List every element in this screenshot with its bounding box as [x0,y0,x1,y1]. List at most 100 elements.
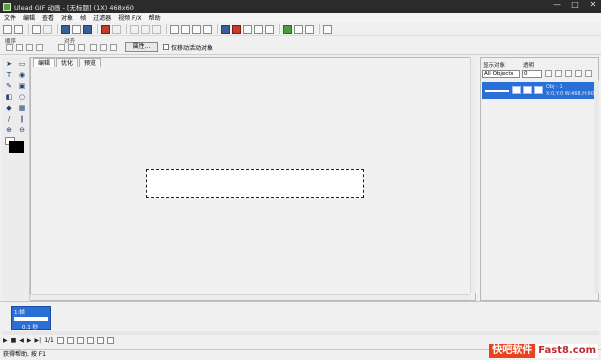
line-tool-icon[interactable]: ∥ [17,115,27,124]
next-frame-icon[interactable]: ▶ [27,337,32,344]
copy-frame-icon[interactable] [66,337,74,344]
wizard-dropdown-icon[interactable] [112,24,121,34]
text-tool-icon[interactable]: T [4,71,14,80]
foreground-color-swatch[interactable] [9,141,24,153]
transform-tool-icon[interactable]: ◉ [17,71,27,80]
menu-view[interactable]: 查看 [42,13,54,22]
zoom-in-icon[interactable]: ⊕ [4,126,14,135]
list-icon[interactable] [305,24,314,34]
properties-button[interactable]: 属性... [125,42,158,52]
paste-icon[interactable] [192,24,201,34]
align-left-icon[interactable] [58,44,65,51]
stop-icon[interactable]: ■ [11,337,17,344]
lasso-tool-icon[interactable]: ○ [17,93,27,102]
grid-icon[interactable] [294,24,303,34]
browser-preview-icon[interactable] [283,24,292,34]
align-middle-icon[interactable] [100,44,107,51]
menu-filter[interactable]: 过滤器 [93,13,111,22]
align-right-icon[interactable] [78,44,85,51]
previous-frame-icon[interactable]: ◀ [19,337,24,344]
merge-object-icon[interactable] [565,70,572,77]
eraser-tool-icon[interactable]: ◧ [4,93,14,102]
add-image-icon[interactable] [61,24,70,34]
eyedropper-tool-icon[interactable]: / [4,115,14,124]
close-button[interactable]: ✕ [584,0,601,11]
vertical-scrollbar[interactable] [470,57,476,293]
menu-help[interactable]: 帮助 [149,13,161,22]
align-center-icon[interactable] [68,44,75,51]
crop-icon[interactable] [265,24,274,34]
document-tabs: 编辑 优化 预览 [33,58,102,67]
title-bar: Ulead GIF 动画 - [无标题] (1X) 468x60 — □ ✕ [0,0,601,13]
cut-icon[interactable] [170,24,179,34]
object-list-item[interactable]: Obj - 1 X:0,Y:0 W:468,H:60 [482,82,596,99]
image-tool-icon[interactable]: ▣ [17,82,27,91]
tab-edit[interactable]: 编辑 [33,58,56,67]
frame-properties-icon[interactable] [221,24,230,34]
duplicate-icon[interactable] [203,24,212,34]
tool-palette: ➤ ▭ T ◉ ✎ ▣ ◧ ○ ◆ ▦ / ∥ ⊕ ⊖ [2,57,30,300]
frame-scrollbar[interactable] [2,331,599,335]
undo-icon[interactable] [130,24,139,34]
lock-object-icon[interactable] [523,86,532,94]
new-file-icon[interactable] [3,24,12,34]
bring-forward-icon[interactable] [16,44,23,51]
align-bottom-icon[interactable] [110,44,117,51]
menu-edit[interactable]: 编辑 [23,13,35,22]
object-list-scrollbar[interactable] [594,81,599,293]
duplicate-object-icon[interactable] [555,70,562,77]
redo-dropdown-icon[interactable] [152,24,161,34]
eye-icon[interactable] [512,86,521,94]
bring-to-front-icon[interactable] [6,44,13,51]
site-watermark: 快吧软件 Fast8.com [489,344,598,358]
wizard-icon[interactable] [101,24,110,34]
align-top-icon[interactable] [90,44,97,51]
marquee-tool-icon[interactable]: ▭ [17,60,27,69]
menu-video-fx[interactable]: 视频 F/X [118,13,142,22]
delete-object-icon[interactable] [575,70,582,77]
lock-icon[interactable] [243,24,252,34]
frame-delay[interactable]: 0.1 秒 [22,323,38,331]
context-help-icon[interactable] [323,24,332,34]
save-dropdown-icon[interactable] [43,24,52,34]
move-active-only-checkbox[interactable] [163,44,169,50]
maximize-button[interactable]: □ [566,0,584,11]
tween-icon[interactable] [86,337,94,344]
horizontal-scrollbar[interactable] [30,294,470,300]
tab-preview[interactable]: 预览 [79,58,102,67]
tab-optimize[interactable]: 优化 [56,58,79,67]
save-icon[interactable] [32,24,41,34]
object-filter-select[interactable]: All Objects [482,70,520,78]
opacity-slider-icon[interactable] [545,70,552,77]
object-options-icon[interactable] [585,70,592,77]
send-backward-icon[interactable] [26,44,33,51]
delete-frame-icon[interactable] [76,337,84,344]
add-frame-icon[interactable] [83,24,92,34]
object-properties-icon[interactable] [232,24,241,34]
menu-file[interactable]: 文件 [4,13,16,22]
fill-tool-icon[interactable]: ◆ [4,104,14,113]
grid-tool-icon[interactable]: ▦ [17,104,27,113]
open-file-icon[interactable] [14,24,23,34]
first-frame-icon[interactable]: ▶ [3,337,8,344]
layers-icon[interactable] [254,24,263,34]
toolbar-separator [279,24,280,34]
add-frame-button-icon[interactable] [56,337,64,344]
frame-properties-button-icon[interactable] [106,337,114,344]
pick-tool-icon[interactable]: ➤ [4,60,14,69]
reverse-frames-icon[interactable] [96,337,104,344]
brush-tool-icon[interactable]: ✎ [4,82,14,91]
copy-icon[interactable] [181,24,190,34]
move-active-only-label: 仅移动活动对象 [171,45,214,52]
image-canvas[interactable] [146,169,364,198]
menu-frame[interactable]: 帧 [80,13,86,22]
redo-icon[interactable] [141,24,150,34]
menu-object[interactable]: 对象 [61,13,73,22]
frame-thumbnail[interactable]: 1:帧 0.1 秒 [11,306,51,331]
minimize-button[interactable]: — [548,0,566,11]
opacity-field[interactable]: 0 [522,70,542,78]
last-frame-icon[interactable]: ▶| [35,337,42,344]
zoom-out-icon[interactable]: ⊖ [17,126,27,135]
send-to-back-icon[interactable] [36,44,43,51]
add-video-icon[interactable] [72,24,81,34]
